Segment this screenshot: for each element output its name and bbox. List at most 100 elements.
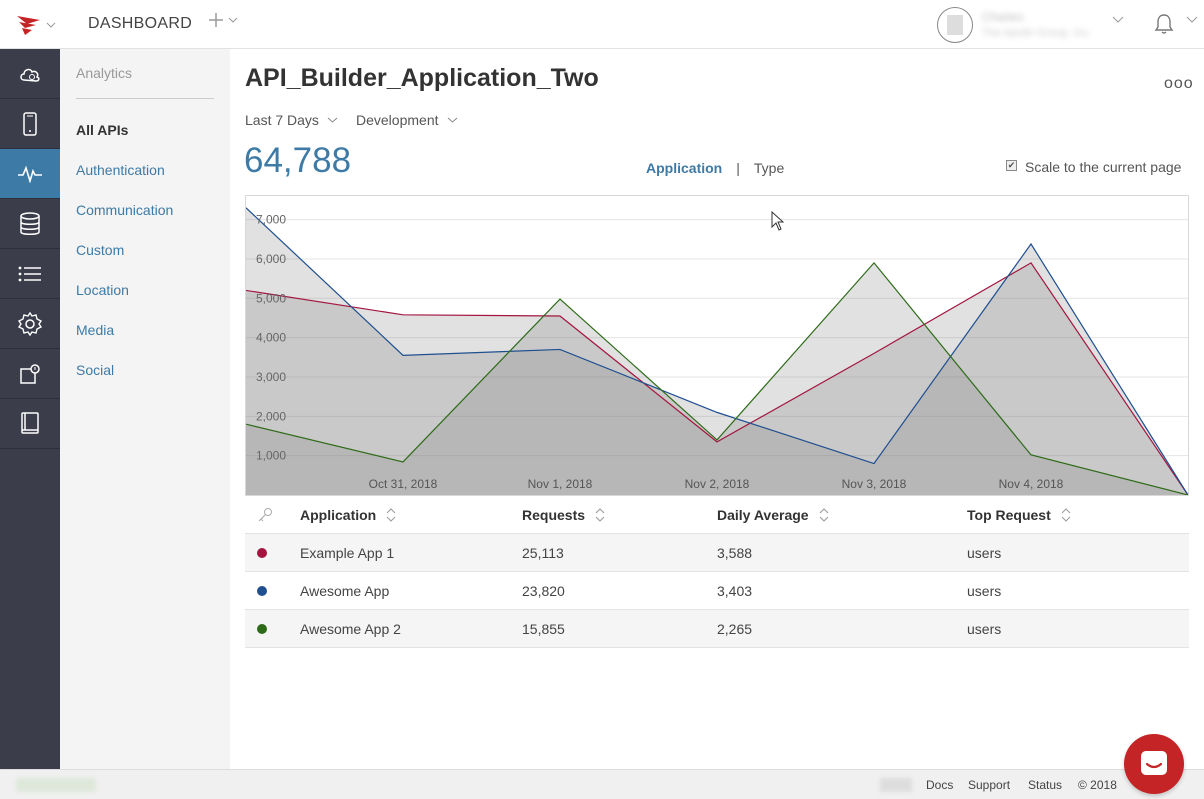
footer-docs-link[interactable]: Docs bbox=[926, 778, 953, 792]
more-options-button[interactable]: ooo bbox=[1164, 75, 1194, 93]
cell-top-request: users bbox=[967, 544, 1002, 561]
cloud-icon bbox=[20, 68, 40, 82]
chevron-down-icon[interactable] bbox=[1112, 16, 1124, 23]
avatar[interactable] bbox=[937, 7, 973, 43]
subnav-item-authentication[interactable]: Authentication bbox=[76, 162, 165, 178]
sort-icon bbox=[386, 507, 396, 522]
chart-y-tick-label: 4,000 bbox=[256, 331, 286, 345]
rail-badge[interactable] bbox=[0, 349, 60, 399]
app-logo-menu[interactable] bbox=[16, 12, 56, 38]
page-title: API_Builder_Application_Two bbox=[245, 64, 599, 92]
gear-icon bbox=[18, 311, 42, 336]
chevron-down-icon bbox=[228, 17, 238, 23]
chevron-down-icon[interactable] bbox=[1186, 16, 1198, 23]
icon-rail bbox=[0, 49, 60, 769]
analytics-subnav: Analytics All APIs Authentication Commun… bbox=[60, 49, 230, 769]
tab-application[interactable]: Application bbox=[646, 160, 722, 176]
sort-icon bbox=[595, 507, 605, 522]
key-column-header bbox=[257, 507, 273, 523]
chart-x-tick-label: Nov 4, 2018 bbox=[999, 477, 1064, 491]
chat-icon bbox=[1141, 751, 1167, 775]
user-name[interactable]: Charles bbox=[982, 10, 1023, 24]
divider bbox=[76, 98, 214, 99]
table-row[interactable]: Awesome App 23,820 3,403 users bbox=[245, 572, 1189, 610]
pulse-icon bbox=[18, 165, 42, 183]
header-application-label: Application bbox=[300, 506, 377, 523]
dashboard-title[interactable]: DASHBOARD bbox=[88, 15, 192, 33]
date-range-dropdown[interactable]: Last 7 Days bbox=[245, 112, 338, 128]
header-top-request[interactable]: Top Request bbox=[967, 507, 1071, 523]
header-application[interactable]: Application bbox=[300, 507, 396, 523]
subnav-item-communication[interactable]: Communication bbox=[76, 202, 173, 218]
toggle-separator: | bbox=[736, 160, 740, 176]
series-dot bbox=[257, 585, 267, 596]
cell-application: Awesome App 2 bbox=[300, 620, 401, 637]
rail-docs[interactable] bbox=[0, 399, 60, 449]
scale-checkbox[interactable]: ✔ bbox=[1006, 160, 1017, 171]
table-row[interactable]: Example App 1 25,113 3,588 users bbox=[245, 534, 1189, 572]
tab-type[interactable]: Type bbox=[754, 160, 784, 176]
list-icon bbox=[18, 266, 41, 281]
sort-icon bbox=[1061, 507, 1071, 522]
mouse-cursor-icon bbox=[771, 211, 785, 231]
table-row[interactable]: Awesome App 2 15,855 2,265 users bbox=[245, 610, 1189, 648]
environment-dropdown[interactable]: Development bbox=[356, 112, 458, 128]
chart-x-tick-label: Nov 2, 2018 bbox=[685, 477, 750, 491]
header-daily-average[interactable]: Daily Average bbox=[717, 507, 829, 523]
subnav-item-media[interactable]: Media bbox=[76, 322, 114, 338]
cell-requests: 25,113 bbox=[522, 544, 564, 561]
group-by-toggle: Application | Type bbox=[646, 160, 784, 176]
subnav-item-all-apis[interactable]: All APIs bbox=[76, 122, 128, 138]
subnav-item-custom[interactable]: Custom bbox=[76, 242, 124, 258]
requests-chart: 1,000 2,000 3,000 4,000 5,000 6,000 7,000 Oct 3… bbox=[245, 195, 1189, 496]
chart-svg: 1,000 2,000 3,000 4,000 5,000 6,000 7,000 Oct 3… bbox=[245, 207, 1189, 496]
rail-mobile[interactable] bbox=[0, 99, 60, 149]
applications-table: Application Requests Daily Average Top R… bbox=[245, 496, 1189, 648]
chat-launcher-button[interactable] bbox=[1124, 734, 1184, 794]
date-range-value: Last 7 Days bbox=[245, 112, 319, 128]
plus-icon bbox=[209, 13, 223, 27]
cell-daily-average: 2,265 bbox=[717, 620, 753, 637]
subnav-item-social[interactable]: Social bbox=[76, 362, 114, 378]
chart-y-tick-label: 1,000 bbox=[256, 449, 286, 463]
scale-option: ✔ Scale to the current page bbox=[1006, 159, 1181, 175]
chart-y-tick-label: 3,000 bbox=[256, 370, 286, 384]
database-icon bbox=[20, 211, 40, 235]
rail-list[interactable] bbox=[0, 249, 60, 299]
chart-y-tick-label: 5,000 bbox=[256, 291, 286, 305]
chart-x-tick-label: Nov 3, 2018 bbox=[842, 477, 907, 491]
footer-support-link[interactable]: Support bbox=[968, 778, 1010, 792]
cell-application: Awesome App bbox=[300, 582, 390, 599]
main-content: API_Builder_Application_Two ooo Last 7 D… bbox=[230, 49, 1204, 769]
chevron-down-icon bbox=[327, 117, 338, 123]
mobile-icon bbox=[23, 111, 37, 136]
header-requests[interactable]: Requests bbox=[522, 507, 605, 523]
chart-x-tick-label: Oct 31, 2018 bbox=[369, 477, 438, 491]
bell-icon[interactable] bbox=[1154, 13, 1174, 35]
cell-daily-average: 3,588 bbox=[717, 544, 753, 561]
environment-value: Development bbox=[356, 112, 439, 128]
rail-settings[interactable] bbox=[0, 299, 60, 349]
book-icon bbox=[21, 411, 39, 434]
add-menu-button[interactable] bbox=[208, 12, 238, 28]
subnav-heading: Analytics bbox=[76, 65, 133, 81]
rail-cloud[interactable] bbox=[0, 49, 60, 99]
footer-status-blurred bbox=[16, 778, 96, 792]
total-requests: 64,788 bbox=[244, 141, 352, 180]
footer-status-link[interactable]: Status bbox=[1028, 778, 1062, 792]
cell-top-request: users bbox=[967, 620, 1002, 637]
chevron-down-icon bbox=[46, 22, 56, 28]
chart-y-tick-label: 2,000 bbox=[256, 409, 286, 423]
cell-top-request: users bbox=[967, 582, 1002, 599]
series-dot bbox=[257, 623, 267, 634]
subnav-item-location[interactable]: Location bbox=[76, 282, 129, 298]
chart-y-tick-label: 7,000 bbox=[256, 213, 286, 227]
header-daily-average-label: Daily Average bbox=[717, 506, 809, 523]
chart-x-tick-label: Nov 1, 2018 bbox=[528, 477, 593, 491]
rail-analytics[interactable] bbox=[0, 149, 60, 199]
chart-y-tick-label: 6,000 bbox=[256, 252, 286, 266]
scale-label: Scale to the current page bbox=[1025, 159, 1182, 175]
header-requests-label: Requests bbox=[522, 506, 586, 523]
rail-database[interactable] bbox=[0, 199, 60, 249]
cell-requests: 15,855 bbox=[522, 620, 565, 637]
